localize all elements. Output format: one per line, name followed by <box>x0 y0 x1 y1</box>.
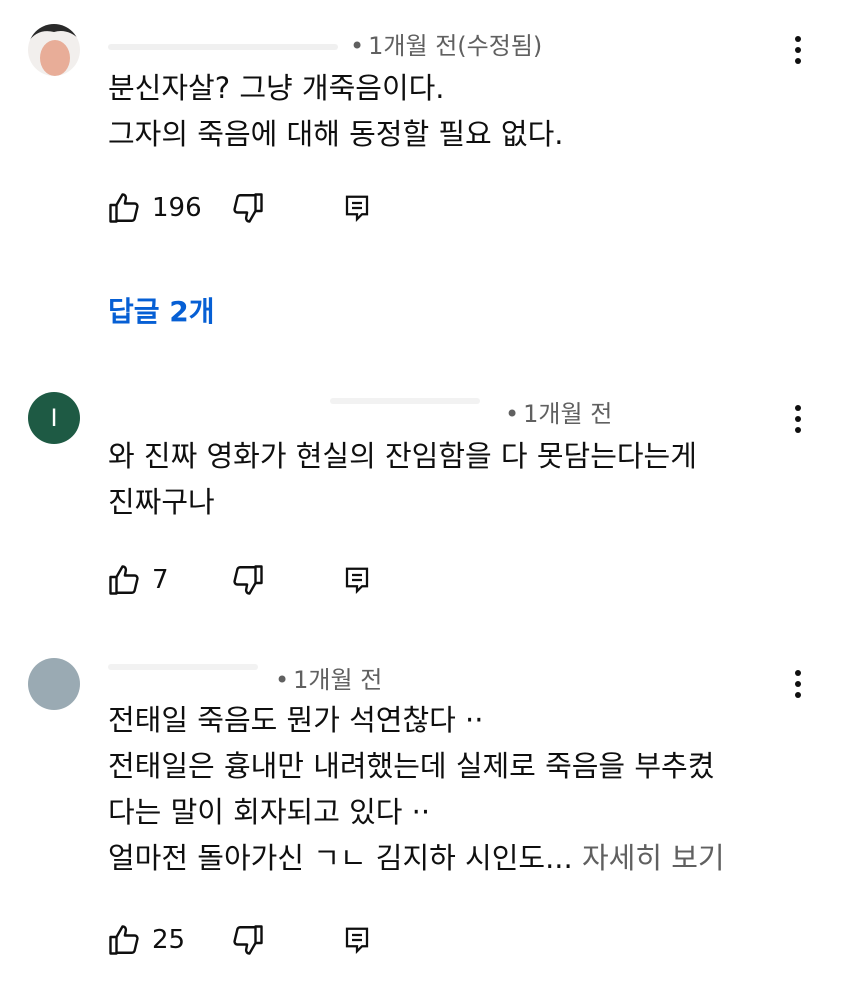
username-redacted <box>330 398 480 404</box>
comment-meta: • 1개월 전 <box>505 400 613 428</box>
comment-actions: 196 <box>106 188 406 228</box>
thumbs-down-icon <box>233 925 263 955</box>
comment-line: 다는 말이 회자되고 있다 ·· <box>108 795 431 829</box>
view-replies-link[interactable]: 답글 2개 <box>108 290 215 330</box>
thumbs-down-icon <box>233 565 263 595</box>
dislike-button[interactable] <box>230 188 266 228</box>
read-more-link[interactable]: 자세히 보기 <box>573 841 725 875</box>
comment-text: 전태일 죽음도 뭔가 석연찮다 ·· 전태일은 흉내만 내려했는데 실제로 죽음… <box>108 697 725 881</box>
thumbs-up-icon <box>109 565 139 595</box>
thumbs-down-icon <box>233 193 263 223</box>
more-options-button[interactable] <box>786 32 810 68</box>
like-count: 196 <box>152 193 202 223</box>
comment-line: 전태일 죽음도 뭔가 석연찮다 ·· <box>108 703 484 737</box>
comment-line: 전태일은 흉내만 내려했는데 실제로 죽음을 부추켰 <box>108 749 715 783</box>
thumbs-up-icon <box>109 193 139 223</box>
dislike-button[interactable] <box>230 560 266 600</box>
reply-button[interactable] <box>342 920 372 960</box>
comment-line: 분신자살? 그냥 개죽음이다. <box>108 71 445 105</box>
username-redacted <box>108 44 338 50</box>
avatar-photo-icon <box>28 24 80 76</box>
comment-time: 1개월 전(수정됨) <box>368 32 543 60</box>
username-redacted <box>108 664 258 670</box>
reply-icon <box>345 927 369 954</box>
comment-line: 그자의 죽음에 대해 동정할 필요 없다. <box>108 117 564 151</box>
like-count: 25 <box>152 925 186 955</box>
avatar[interactable] <box>28 24 80 76</box>
comment-text: 와 진짜 영화가 현실의 잔임함을 다 못담는다는게 진짜구나 <box>108 433 697 525</box>
comment-line: 진짜구나 <box>108 485 215 519</box>
like-count: 7 <box>152 565 169 595</box>
avatar[interactable] <box>28 658 80 710</box>
comment-text: 분신자살? 그냥 개죽음이다. 그자의 죽음에 대해 동정할 필요 없다. <box>108 65 564 157</box>
comment-line-last: 얼마전 돌아가신 ㄱㄴ 김지하 시인도... 자세히 보기 <box>108 835 725 881</box>
comment-meta: • 1개월 전 <box>275 666 383 694</box>
comment-actions: 25 <box>106 920 406 960</box>
avatar[interactable]: I <box>28 392 80 444</box>
like-button[interactable]: 7 <box>106 560 169 600</box>
like-button[interactable]: 25 <box>106 920 185 960</box>
comment-actions: 7 <box>106 560 406 600</box>
comment-line: 얼마전 돌아가신 ㄱㄴ 김지하 시인도... <box>108 841 573 875</box>
more-options-button[interactable] <box>786 401 810 437</box>
reply-button[interactable] <box>342 188 372 228</box>
thumbs-up-icon <box>109 925 139 955</box>
reply-icon <box>345 567 369 594</box>
comment-time: 1개월 전 <box>523 400 613 428</box>
like-button[interactable]: 196 <box>106 188 202 228</box>
comment-time: 1개월 전 <box>293 666 383 694</box>
comment-line: 와 진짜 영화가 현실의 잔임함을 다 못담는다는게 <box>108 439 697 473</box>
reply-button[interactable] <box>342 560 372 600</box>
dislike-button[interactable] <box>230 920 266 960</box>
comment-meta: • 1개월 전(수정됨) <box>350 32 543 60</box>
reply-icon <box>345 195 369 222</box>
avatar-letter: I <box>50 404 58 432</box>
more-options-button[interactable] <box>786 666 810 702</box>
